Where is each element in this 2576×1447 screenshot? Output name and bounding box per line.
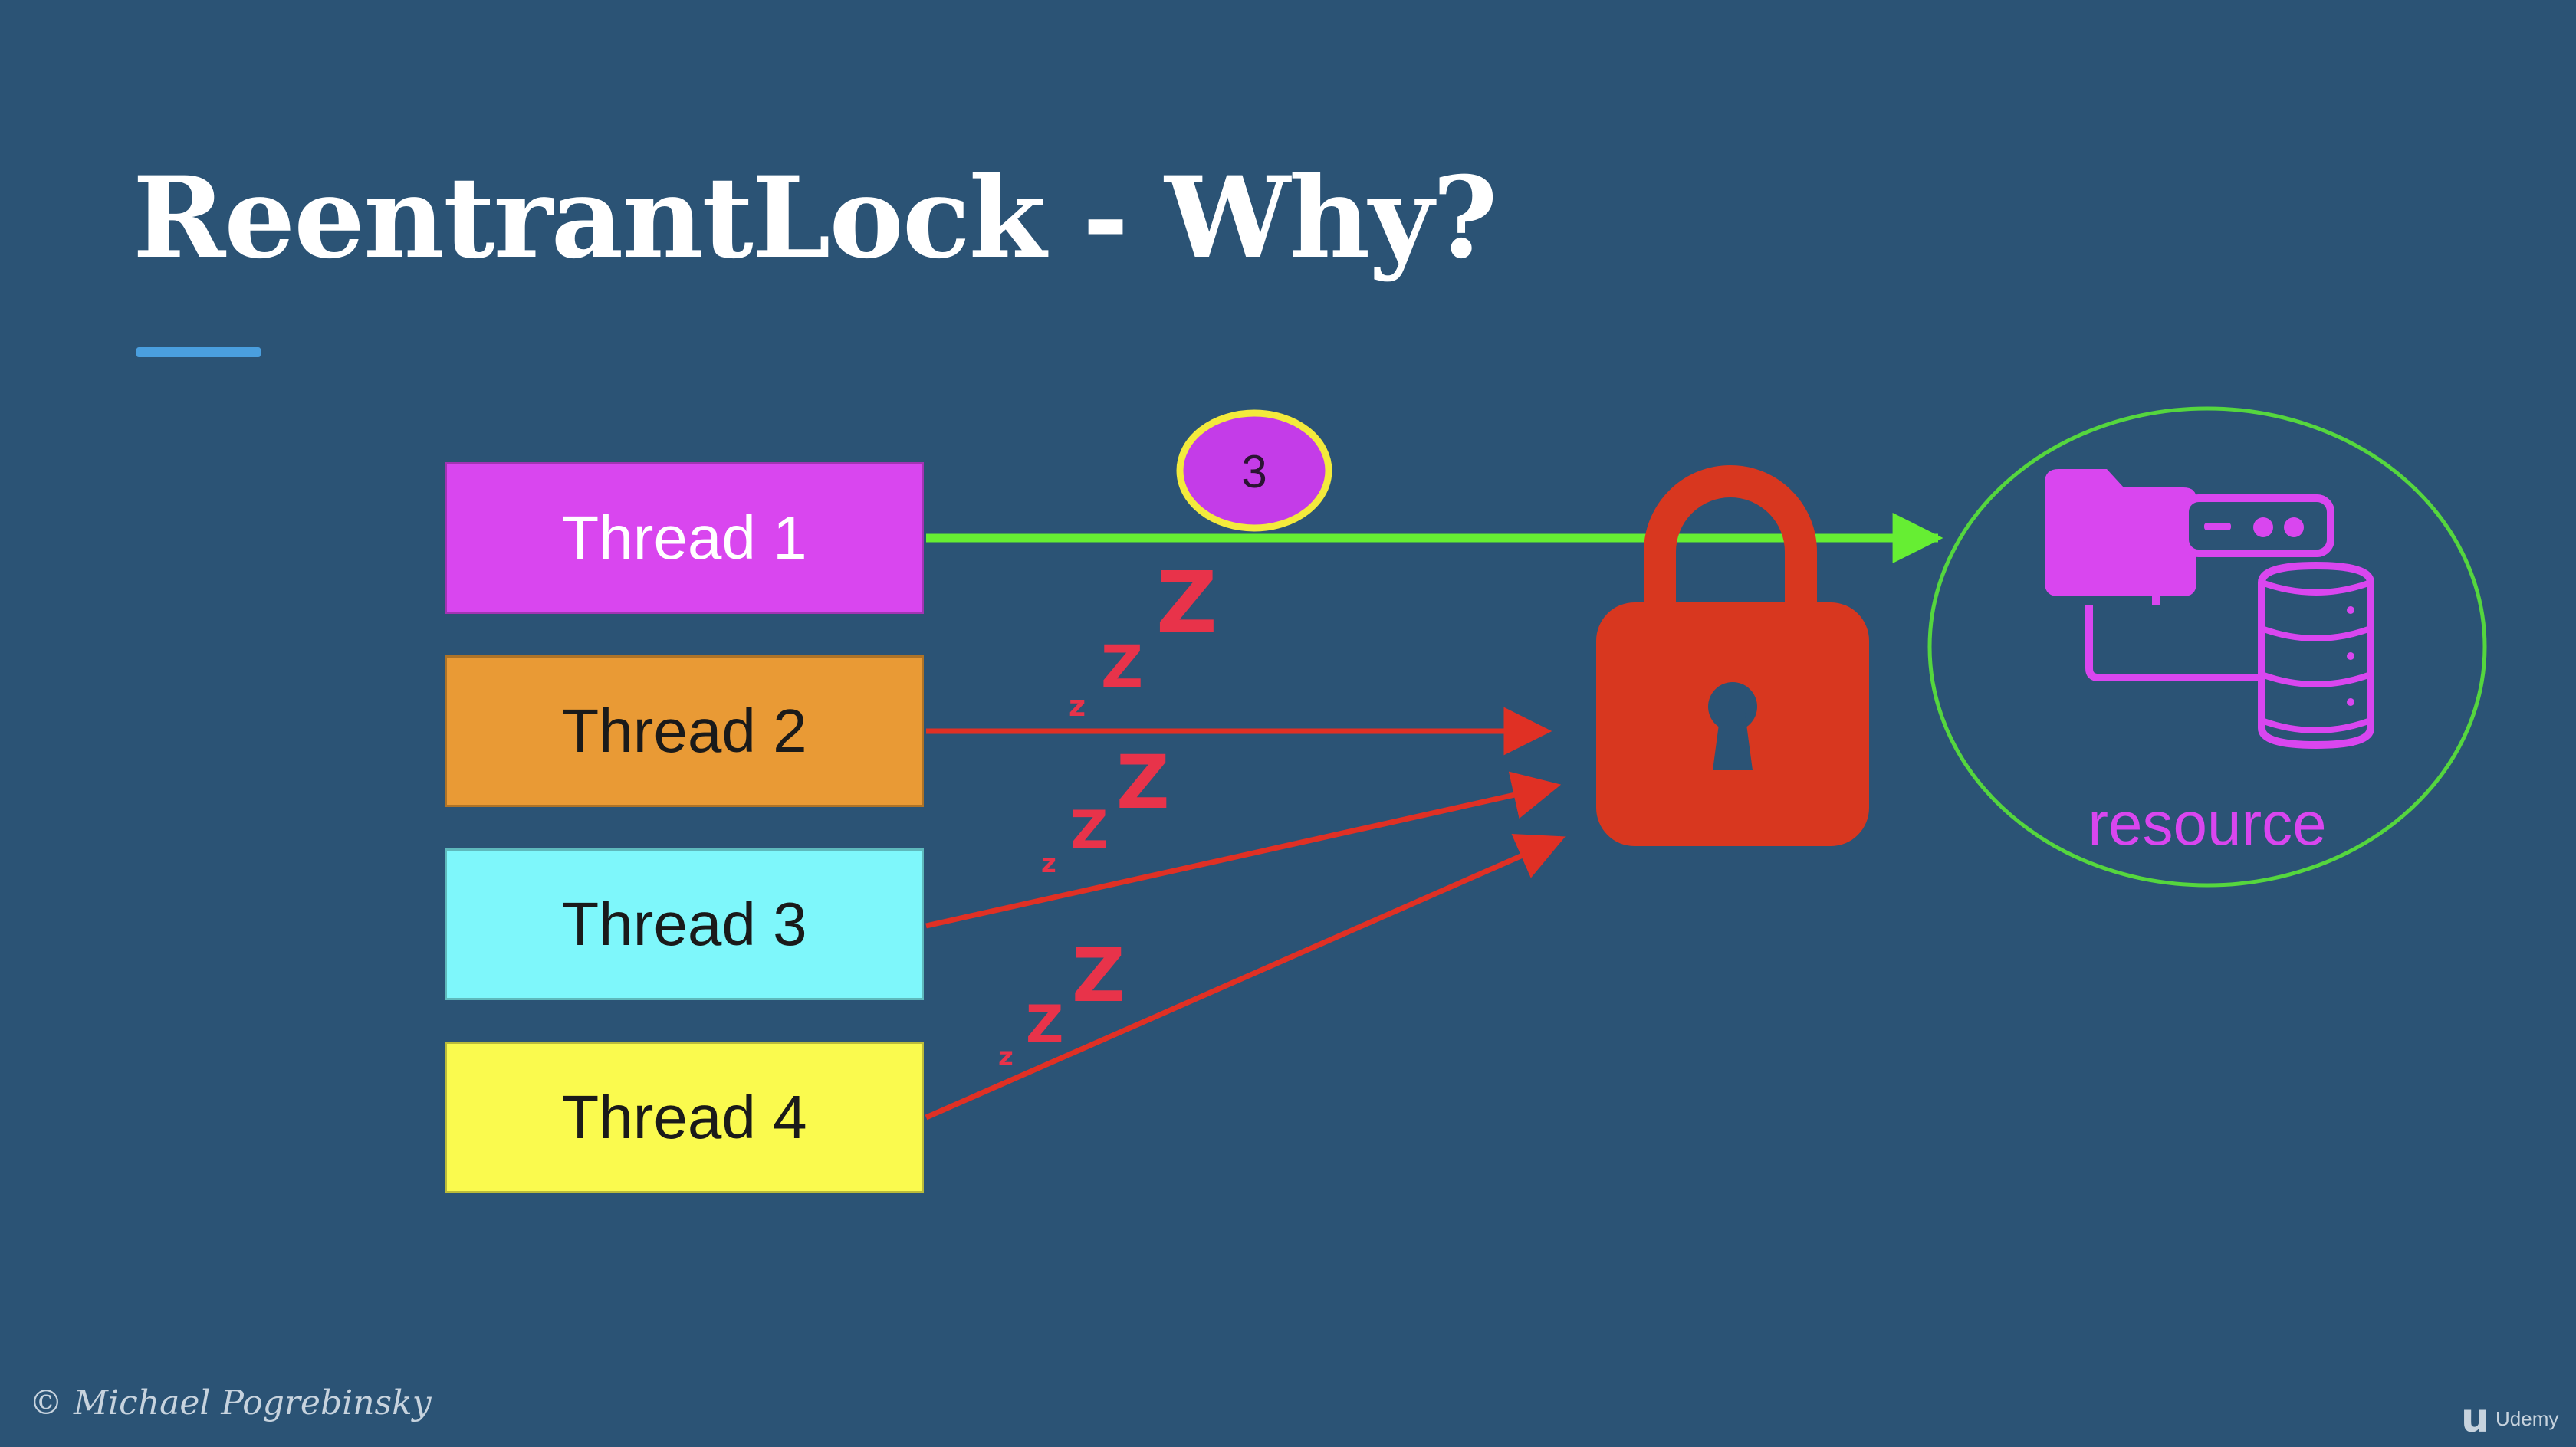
svg-text:z: z: [1041, 848, 1056, 879]
svg-text:Z: Z: [1101, 632, 1143, 701]
svg-text:z: z: [998, 1042, 1014, 1072]
sleep-icon-thread-2: Z Z z: [1069, 553, 1217, 723]
hold-count-badge: 3: [1176, 409, 1332, 532]
hold-count-value: 3: [1241, 446, 1267, 497]
svg-text:Z: Z: [1116, 740, 1170, 825]
blocked-arrow-thread-3: [925, 771, 1562, 929]
slide: ReentrantLock - Why? Thread 1 Thread 2 T…: [0, 0, 2576, 1447]
diagram-canvas: Z Z z Z Z z Z Z z 3 resource: [925, 406, 2487, 1121]
sleep-icon-thread-3: Z Z z: [1041, 740, 1170, 879]
resource-label: resource: [2088, 789, 2326, 858]
svg-text:z: z: [1069, 689, 1086, 723]
svg-text:Z: Z: [1072, 933, 1125, 1019]
svg-text:Z: Z: [1156, 553, 1217, 651]
copyright-text: © Michael Pogrebinsky: [29, 1383, 432, 1422]
svg-text:Z: Z: [1070, 800, 1108, 861]
svg-text:Z: Z: [1026, 995, 1063, 1055]
database-server-icon: [2045, 469, 2374, 750]
brand-label: Udemy: [2496, 1406, 2559, 1430]
udemy-logo-icon: u: [2461, 1396, 2490, 1442]
brand-mark: u Udemy: [2461, 1399, 2558, 1439]
sleep-icon-thread-4: Z Z z: [998, 933, 1125, 1072]
blocked-arrow-thread-4: [925, 833, 1566, 1121]
